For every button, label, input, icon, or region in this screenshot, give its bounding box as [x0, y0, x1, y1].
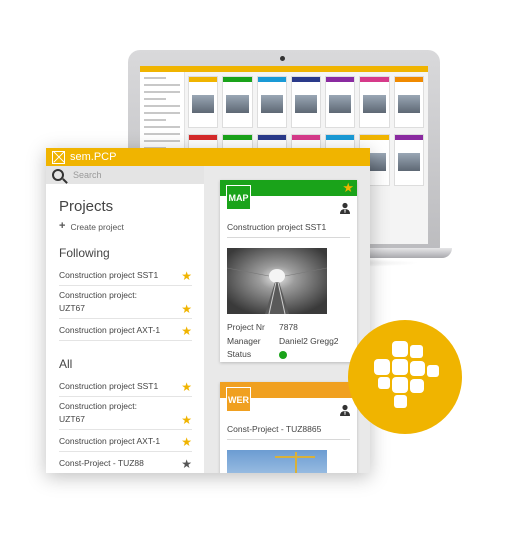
- following-item-uzt67[interactable]: Construction project: UZT67 ★: [59, 286, 192, 319]
- brand-logo-icon: [374, 341, 439, 408]
- all-item-axt1[interactable]: Construction project AXT-1 ★: [59, 430, 192, 452]
- star-icon[interactable]: ★: [181, 270, 192, 282]
- search-input[interactable]: [73, 170, 183, 180]
- avatar-icon[interactable]: [339, 404, 351, 416]
- create-project-button[interactable]: + Create project: [59, 221, 204, 232]
- sidebar: Projects + Create project Following Cons…: [46, 166, 204, 473]
- project-photo: [227, 248, 327, 314]
- project-label: Construction project: UZT67: [59, 400, 137, 426]
- following-title: Following: [59, 246, 110, 260]
- mini-card: [256, 76, 287, 128]
- project-label-line1: Construction project:: [59, 401, 137, 411]
- project-label: Construction project SST1: [59, 381, 159, 391]
- project-label-line1: Construction project:: [59, 290, 137, 300]
- star-icon[interactable]: ★: [181, 458, 192, 470]
- card-divider: [227, 439, 350, 440]
- project-badge: MAP: [226, 185, 251, 210]
- project-label: Construction project AXT-1: [59, 436, 161, 446]
- project-label: Construction project AXT-1: [59, 325, 161, 335]
- search-bar: [46, 166, 204, 184]
- star-icon[interactable]: ★: [181, 381, 192, 393]
- mini-card: [188, 76, 219, 128]
- mini-card: [393, 76, 424, 128]
- mini-card: [222, 76, 253, 128]
- meta-manager: Manager Daniel2 Gregg2: [227, 335, 339, 349]
- project-meta: Project Nr 7878 Manager Daniel2 Gregg2 S…: [227, 321, 339, 362]
- app-titlebar: sem.PCP: [46, 148, 370, 166]
- meta-value: 7878: [279, 322, 298, 332]
- projects-title: Projects: [59, 198, 114, 215]
- mini-card: [393, 134, 424, 186]
- meta-label: Manager: [227, 335, 261, 346]
- mini-card: [359, 76, 390, 128]
- create-project-label: Create project: [70, 221, 124, 232]
- project-card[interactable]: WER Const-Project - TUZ8865: [220, 382, 357, 473]
- project-card[interactable]: MAP ★ Construction project SST1 Project …: [220, 180, 357, 362]
- status-indicator: [279, 351, 287, 359]
- all-item-uzt67[interactable]: Construction project: UZT67 ★: [59, 397, 192, 430]
- card-title: Const-Project - TUZ8865: [227, 424, 322, 434]
- star-icon[interactable]: ★: [342, 181, 354, 194]
- card-title: Construction project SST1: [227, 222, 327, 232]
- app-name: sem.PCP: [70, 151, 117, 163]
- main-content: MAP ★ Construction project SST1 Project …: [204, 166, 370, 473]
- avatar-icon[interactable]: [339, 202, 351, 214]
- crane-arm: [275, 456, 315, 458]
- app-window: sem.PCP Projects + Create project Follow…: [46, 148, 370, 473]
- project-label: Construction project SST1: [59, 270, 159, 280]
- following-item-sst1[interactable]: Construction project SST1 ★: [59, 264, 192, 286]
- meta-project-nr: Project Nr 7878: [227, 321, 339, 335]
- brand-badge: [348, 320, 462, 434]
- star-icon[interactable]: ★: [181, 303, 192, 315]
- all-title: All: [59, 357, 73, 371]
- all-item-sst1[interactable]: Construction project SST1 ★: [59, 375, 192, 397]
- star-icon[interactable]: ★: [181, 436, 192, 448]
- project-photo: [227, 450, 327, 473]
- meta-value: Daniel2 Gregg2: [279, 335, 339, 346]
- project-label-line2: UZT67: [59, 414, 85, 424]
- meta-status: Status: [227, 348, 339, 362]
- card-divider: [227, 237, 350, 238]
- star-icon[interactable]: ★: [181, 325, 192, 337]
- search-icon[interactable]: [52, 169, 64, 181]
- meta-label: Project Nr: [227, 322, 265, 332]
- star-icon[interactable]: ★: [181, 414, 192, 426]
- following-item-axt1[interactable]: Construction project AXT-1 ★: [59, 319, 192, 341]
- plus-icon: +: [59, 220, 66, 232]
- meta-label: Status: [227, 349, 252, 359]
- logo-icon: [52, 150, 65, 164]
- all-item-tuz88[interactable]: Const-Project - TUZ88 ★: [59, 452, 192, 473]
- project-badge: WER: [226, 387, 251, 412]
- project-label-line2: UZT67: [59, 303, 85, 313]
- camera-icon: [280, 56, 285, 61]
- mini-card: [290, 76, 322, 128]
- project-label: Const-Project - TUZ88: [59, 458, 144, 468]
- project-label: Construction project: UZT67: [59, 289, 137, 315]
- mini-card: [325, 76, 356, 128]
